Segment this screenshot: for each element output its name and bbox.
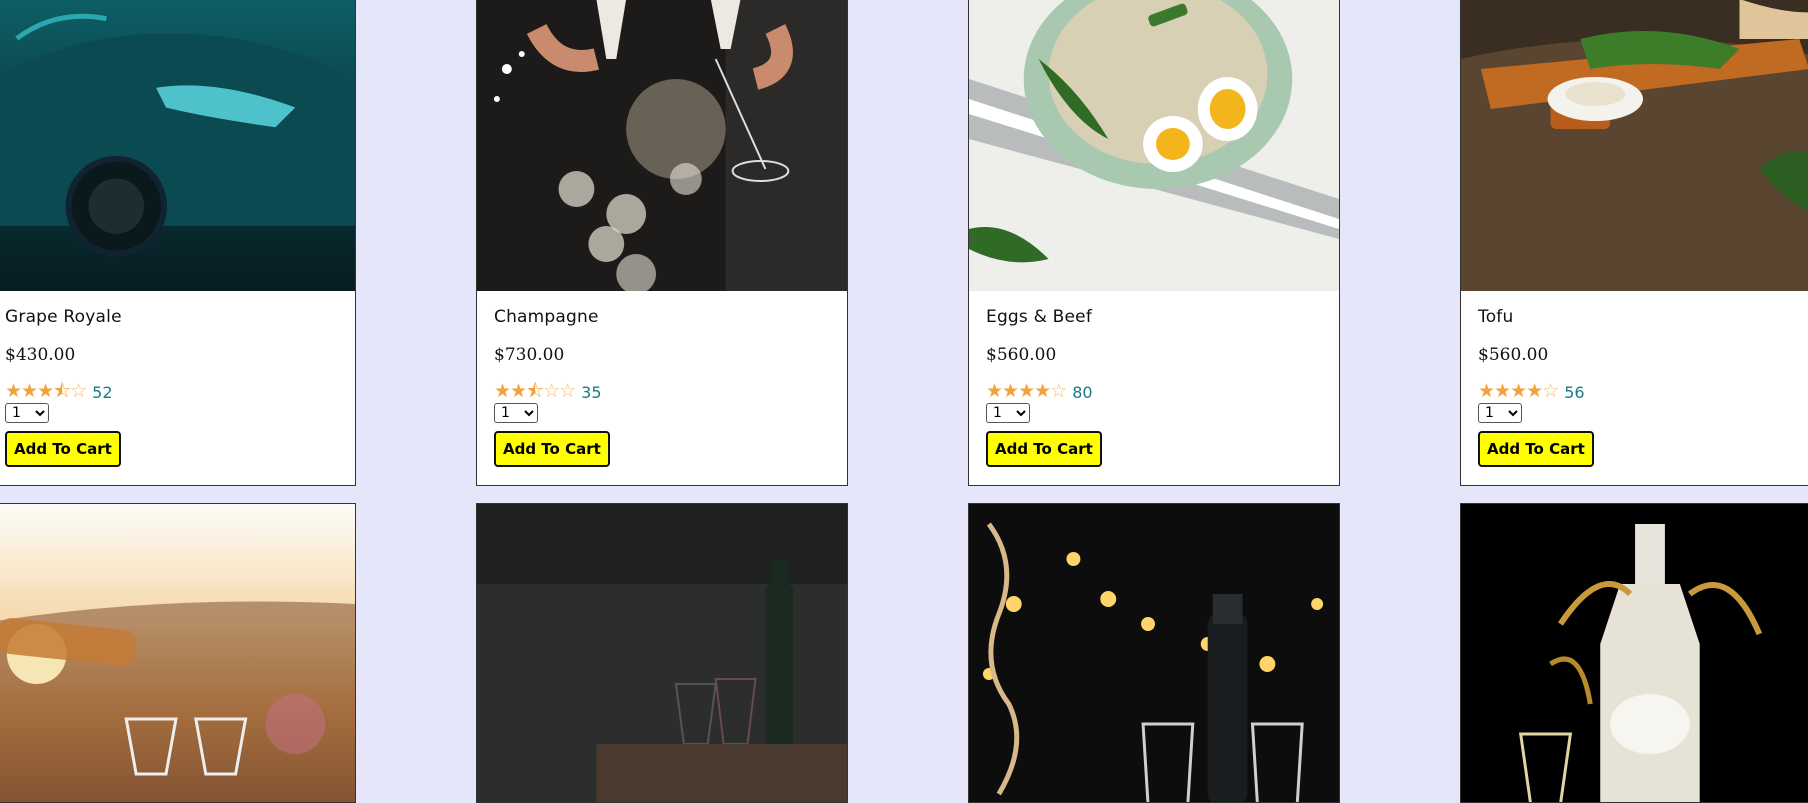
quantity-select[interactable]: 1 xyxy=(986,403,1030,423)
review-count[interactable]: 80 xyxy=(1072,383,1092,402)
quantity-select[interactable]: 1 xyxy=(5,403,49,423)
product-rating: ★★★★☆ 80 xyxy=(986,381,1093,403)
product-card xyxy=(0,503,356,803)
product-image-tofu[interactable] xyxy=(1461,0,1808,291)
product-image-dark-bottle[interactable] xyxy=(477,504,847,802)
product-title[interactable]: Champagne xyxy=(494,307,599,327)
product-rating: ★★★★☆ 56 xyxy=(1478,381,1585,403)
quantity-select[interactable]: 1 xyxy=(494,403,538,423)
product-card xyxy=(476,503,848,803)
product-card: Eggs & Beef $560.00 ★★★★☆ 80 1 Add To Ca… xyxy=(968,0,1340,486)
star-rating-icon: ★★⯪☆☆ xyxy=(494,381,576,402)
product-price: $430.00 xyxy=(5,345,76,365)
product-card xyxy=(968,503,1340,803)
review-count[interactable]: 52 xyxy=(92,383,112,402)
review-count[interactable]: 35 xyxy=(581,383,601,402)
product-rating: ★★★⯪☆ 52 xyxy=(5,381,113,403)
product-title[interactable]: Eggs & Beef xyxy=(986,307,1092,327)
product-price: $730.00 xyxy=(494,345,565,365)
quantity-select[interactable]: 1 xyxy=(1478,403,1522,423)
product-image-wine-splash[interactable] xyxy=(1461,504,1808,802)
review-count[interactable]: 56 xyxy=(1564,383,1584,402)
add-to-cart-button[interactable]: Add To Cart xyxy=(494,431,610,467)
product-image-party-lights[interactable] xyxy=(969,504,1339,802)
star-rating-icon: ★★★⯪☆ xyxy=(5,381,87,402)
product-image-champagne[interactable] xyxy=(477,0,847,291)
star-rating-icon: ★★★★☆ xyxy=(1478,381,1559,402)
product-price: $560.00 xyxy=(1478,345,1549,365)
product-card: Tofu $560.00 ★★★★☆ 56 1 Add To Cart xyxy=(1460,0,1808,486)
add-to-cart-button[interactable]: Add To Cart xyxy=(1478,431,1594,467)
product-image-wine-sunset[interactable] xyxy=(0,504,355,802)
product-rating: ★★⯪☆☆ 35 xyxy=(494,381,602,403)
product-image-eggs-beef[interactable] xyxy=(969,0,1339,291)
add-to-cart-button[interactable]: Add To Cart xyxy=(5,431,121,467)
product-card: Grape Royale $430.00 ★★★⯪☆ 52 1 Add To C… xyxy=(0,0,356,486)
product-image-car[interactable] xyxy=(0,0,355,291)
product-price: $560.00 xyxy=(986,345,1057,365)
product-title[interactable]: Tofu xyxy=(1478,307,1513,327)
product-title[interactable]: Grape Royale xyxy=(5,307,122,327)
product-card: Champagne $730.00 ★★⯪☆☆ 35 1 Add To Cart xyxy=(476,0,848,486)
product-card xyxy=(1460,503,1808,803)
star-rating-icon: ★★★★☆ xyxy=(986,381,1067,402)
add-to-cart-button[interactable]: Add To Cart xyxy=(986,431,1102,467)
